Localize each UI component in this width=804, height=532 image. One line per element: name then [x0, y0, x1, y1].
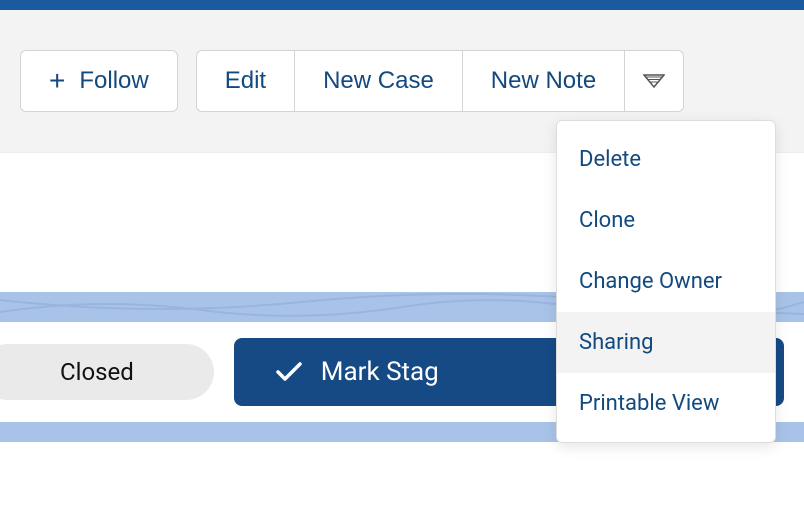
dropdown-item-change-owner[interactable]: Change Owner	[557, 251, 775, 312]
more-actions-button[interactable]	[624, 50, 684, 112]
edit-button[interactable]: Edit	[196, 50, 294, 112]
edit-button-label: Edit	[225, 67, 266, 95]
new-note-button[interactable]: New Note	[462, 50, 624, 112]
dropdown-item-printable-view[interactable]: Printable View	[557, 373, 775, 434]
dropdown-item-delete[interactable]: Delete	[557, 129, 775, 190]
dropdown-item-clone[interactable]: Clone	[557, 190, 775, 251]
new-case-button[interactable]: New Case	[294, 50, 462, 112]
more-actions-dropdown: Delete Clone Change Owner Sharing Printa…	[556, 120, 776, 443]
header-border	[0, 0, 804, 10]
check-icon	[275, 361, 303, 383]
action-button-group: Edit New Case New Note	[196, 50, 684, 112]
follow-button-label: Follow	[79, 67, 148, 95]
mark-stage-label: Mark Stag	[321, 357, 439, 387]
follow-button[interactable]: + Follow	[20, 50, 178, 112]
stage-closed-pill[interactable]: Closed	[0, 344, 214, 400]
dropdown-item-sharing[interactable]: Sharing	[557, 312, 775, 373]
stage-closed-label: Closed	[60, 358, 134, 386]
dropdown-item-label: Clone	[579, 208, 635, 233]
plus-icon: +	[49, 67, 65, 95]
new-case-button-label: New Case	[323, 67, 434, 95]
dropdown-item-label: Sharing	[579, 330, 653, 355]
dropdown-item-label: Change Owner	[579, 269, 722, 294]
new-note-button-label: New Note	[491, 67, 596, 95]
chevron-down-icon	[643, 74, 665, 88]
dropdown-item-label: Delete	[579, 147, 641, 172]
dropdown-item-label: Printable View	[579, 391, 719, 416]
